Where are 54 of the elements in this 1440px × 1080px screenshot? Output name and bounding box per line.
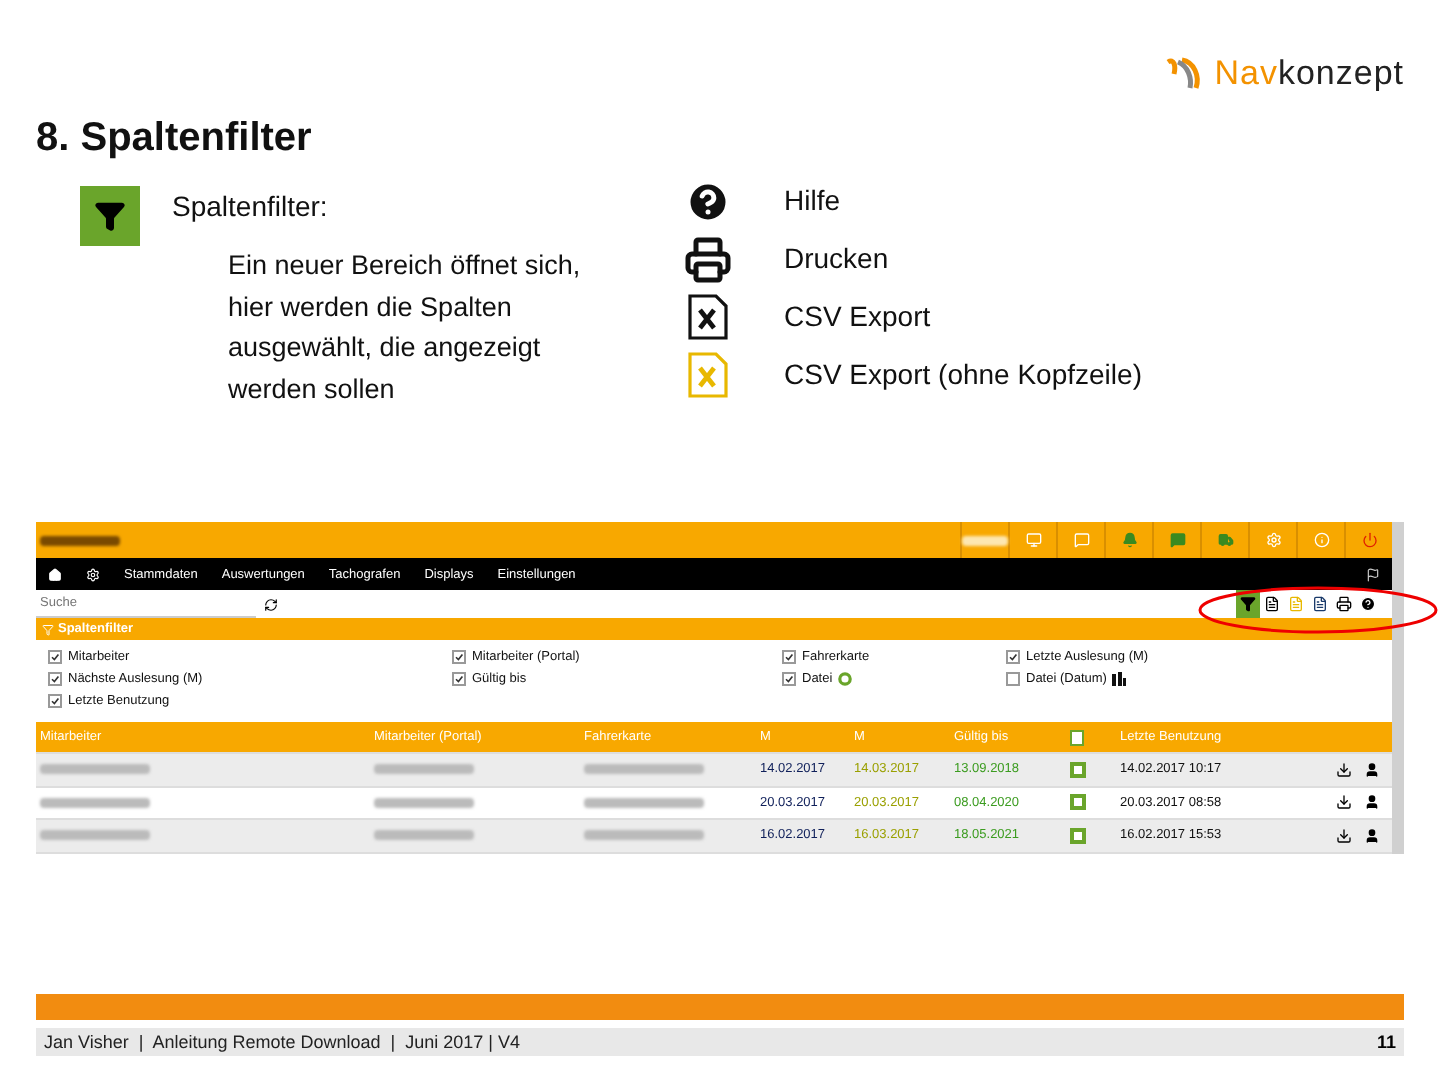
checkbox[interactable]: [452, 650, 466, 664]
page-number: 11: [1376, 1032, 1396, 1052]
legend-label: Spaltenfilter:: [172, 190, 330, 222]
checkbox[interactable]: [452, 672, 466, 686]
legend-label: Hilfe: [784, 182, 843, 220]
user-icon[interactable]: [1364, 794, 1380, 811]
download-icon[interactable]: [1336, 827, 1352, 844]
checkbox[interactable]: [782, 672, 796, 686]
blurred-text: [584, 797, 704, 808]
printer-icon: [684, 235, 732, 283]
spreadsheet-file-icon: [688, 294, 728, 340]
checkbox[interactable]: [1006, 672, 1020, 686]
filter-icon: [42, 623, 54, 635]
legend-label: Drucken: [784, 240, 891, 278]
blurred-text: [584, 830, 704, 841]
blurred-text: [374, 830, 474, 841]
bar-icon: [1112, 672, 1127, 686]
logo-text: Nav: [1214, 54, 1278, 94]
checkbox[interactable]: [782, 650, 796, 664]
flag-icon[interactable]: [1366, 567, 1380, 581]
slide-title: 8. Spaltenfilter: [36, 116, 312, 162]
blurred-text: [374, 797, 474, 808]
blurred-user-name: [962, 535, 1008, 545]
spreadsheet-file-icon: [688, 352, 728, 398]
blurred-text: [584, 764, 704, 775]
user-icon[interactable]: [1364, 761, 1380, 778]
checkbox[interactable]: [48, 672, 62, 686]
printer-icon: [1336, 596, 1352, 612]
document-icon: [1264, 596, 1280, 612]
checkbox[interactable]: [1006, 650, 1020, 664]
user-icon[interactable]: [1364, 827, 1380, 844]
checkbox[interactable]: [48, 650, 62, 664]
document-icon: [1288, 596, 1304, 612]
checkbox[interactable]: [48, 694, 62, 708]
blurred-text: [374, 764, 474, 775]
download-icon[interactable]: [1336, 761, 1352, 778]
logo-text: konzept: [1277, 54, 1404, 94]
filter-icon: [1240, 596, 1256, 612]
home-icon[interactable]: [48, 567, 62, 581]
legend-label: CSV Export (ohne Kopfzeile): [784, 356, 1142, 394]
settings-icon[interactable]: [86, 567, 100, 581]
footer-text: Jan Visher | Anleitung Remote Download | Juni 2017 | V4: [44, 1032, 520, 1052]
refresh-icon[interactable]: [264, 597, 278, 611]
document-icon: [1312, 596, 1328, 612]
blurred-text: [40, 764, 150, 775]
blurred-text: [40, 797, 150, 808]
legend-description: Ein neuer Bereich öffnet sich, hier werden die Spalten ausgewählt, die angezeigt werden sollen: [228, 248, 583, 407]
legend-label: CSV Export: [784, 298, 933, 336]
help-icon: [1360, 596, 1376, 612]
filter-icon: [80, 186, 140, 246]
blurred-text: [40, 830, 150, 841]
blurred-app-logo: [40, 535, 120, 545]
ring-icon: [838, 672, 853, 686]
download-icon[interactable]: [1336, 794, 1352, 811]
